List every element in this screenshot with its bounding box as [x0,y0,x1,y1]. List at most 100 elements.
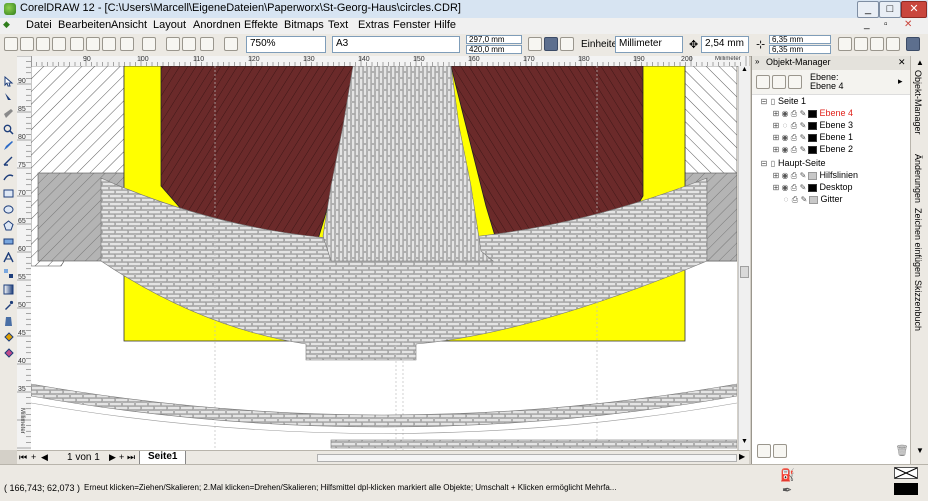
snap-to-objects-icon[interactable] [870,37,884,51]
paper-size-select[interactable]: A3 [332,36,460,53]
polygon-tool-icon[interactable] [3,220,14,231]
document-menu-icon[interactable]: ◆ [3,19,10,30]
menu-anordnen[interactable]: Anordnen [193,19,241,31]
options-icon[interactable] [906,37,920,51]
snap-to-grid-icon[interactable] [838,37,852,51]
edit-across-layers-icon[interactable] [772,75,786,89]
interactive-fill-tool-icon[interactable] [3,348,14,359]
snap-to-guidelines-icon[interactable] [854,37,868,51]
new-icon[interactable] [4,37,18,51]
vertical-ruler[interactable]: 90 85 80 75 70 65 60 55 50 45 40 35 Mill… [17,56,32,450]
tree-layer-ebene2[interactable]: ⊞ ◉ ⎙ ✎ Ebene 2 [772,144,853,156]
collapse-icon[interactable]: ⊟ [760,159,768,168]
redo-icon[interactable] [142,37,156,51]
page-tab-seite1[interactable]: Seite1 [139,451,187,465]
pick-tool-icon[interactable] [3,76,14,87]
pencil-icon[interactable]: ✎ [800,195,808,204]
tabs-scroll-down-icon[interactable]: ▼ [916,446,924,455]
expand-icon[interactable]: ⊞ [772,109,780,118]
eye-icon[interactable]: ◌ [782,195,790,204]
tree-layer-hilfslinien[interactable]: ⊞ ◉ ⎙ ✎ Hilfslinien [772,170,858,182]
expand-icon[interactable]: ⊞ [772,133,780,142]
eye-icon[interactable]: ◉ [781,133,789,142]
outline-pen-icon[interactable]: ✒ [782,483,792,497]
tab-zeichen-einfuegen[interactable]: Zeichen einfügen [913,208,923,277]
eye-icon[interactable]: ◉ [781,145,789,154]
outline-color-swatch[interactable] [894,483,918,495]
tabs-scroll-up-icon[interactable]: ▲ [916,58,924,67]
pencil-icon[interactable]: ✎ [799,121,807,130]
eye-icon[interactable]: ◉ [781,109,789,118]
tab-objekt-manager[interactable]: Objekt-Manager [913,70,923,135]
fill-tool-icon[interactable] [3,332,14,343]
drawing-canvas[interactable] [31,66,737,450]
tab-skizzenbuch[interactable]: Skizzenbuch [913,280,923,331]
pencil-icon[interactable]: ✎ [799,109,807,118]
tree-master-page[interactable]: ⊟ ▯ Haupt-Seite [760,158,826,170]
horizontal-scrollbar[interactable] [317,454,737,462]
new-layer-icon[interactable] [757,444,771,458]
zoom-level-select[interactable]: 750% [246,36,326,53]
drawing-artwork[interactable] [31,66,737,450]
tree-layer-desktop[interactable]: ⊞ ◉ ⎙ ✎ Desktop [772,182,853,194]
copy-icon[interactable] [86,37,100,51]
printer-icon[interactable]: ⎙ [790,171,798,180]
add-page-before-icon[interactable]: + [31,452,36,462]
expand-icon[interactable]: ⊞ [772,121,780,130]
printer-icon[interactable]: ⎙ [790,133,798,142]
menu-datei[interactable]: Datei [26,19,52,31]
artistic-media-tool-icon[interactable] [3,172,14,183]
duplicate-x-input[interactable]: 6,35 mm [769,35,831,44]
layer-color-swatch[interactable] [808,171,817,180]
doc-minimize-button[interactable]: _ [864,19,870,30]
delete-icon[interactable]: 🗑 [895,444,909,457]
collapse-icon[interactable]: ⊟ [760,97,768,106]
minimize-button[interactable]: _ [857,1,879,18]
pencil-icon[interactable]: ✎ [799,145,807,154]
crop-tool-icon[interactable] [3,108,14,119]
freehand-tool-icon[interactable] [3,140,14,151]
layer-color-swatch[interactable] [808,133,817,142]
docker-flyout-icon[interactable]: ▸ [898,76,903,87]
layer-color-swatch[interactable] [808,109,817,118]
interactive-blend-tool-icon[interactable] [3,268,14,279]
eye-icon[interactable]: ◉ [781,183,789,192]
open-icon[interactable] [20,37,34,51]
print-icon[interactable] [52,37,66,51]
undo-icon[interactable] [120,37,134,51]
menu-fenster[interactable]: Fenster [393,19,430,31]
import-icon[interactable] [166,37,180,51]
docker-close-icon[interactable]: ✕ [898,57,906,68]
outline-tool-icon[interactable] [3,316,14,327]
scroll-up-icon[interactable]: ▲ [740,66,749,76]
export-icon[interactable] [182,37,196,51]
application-launcher-icon[interactable] [200,37,214,51]
zoom-tool-icon[interactable] [3,124,14,135]
pencil-icon[interactable]: ✎ [799,171,807,180]
menu-bitmaps[interactable]: Bitmaps [284,19,324,31]
page-height-input[interactable]: 420,0 mm [466,45,522,54]
eyedropper-tool-icon[interactable] [3,300,14,311]
interactive-transparency-tool-icon[interactable] [3,284,14,295]
tree-page-seite1[interactable]: ⊟ ▯ Seite 1 [760,96,806,108]
menu-effekte[interactable]: Effekte [244,19,278,31]
eye-icon[interactable]: ◉ [781,171,789,180]
all-pages-icon[interactable] [560,37,574,51]
last-page-icon[interactable]: ⏭ [127,452,135,463]
first-page-icon[interactable]: ⏮ [19,452,27,463]
nudge-distance-input[interactable]: 2,54 mm [701,36,749,53]
menu-hilfe[interactable]: Hilfe [434,19,456,31]
tree-layer-ebene4[interactable]: ⊞ ◉ ⎙ ✎ Ebene 4 [772,108,853,120]
doc-close-button[interactable]: ✕ [904,19,912,30]
expand-icon[interactable]: ⊞ [772,145,780,154]
menu-bearbeiten[interactable]: Bearbeiten [58,19,111,31]
layer-color-swatch[interactable] [809,195,818,204]
menu-ansicht[interactable]: Ansicht [111,19,147,31]
fill-bucket-icon[interactable]: ⛽ [780,468,795,482]
menu-extras[interactable]: Extras [358,19,389,31]
paste-icon[interactable] [102,37,116,51]
smart-fill-tool-icon[interactable] [3,156,14,167]
next-page-icon[interactable]: ▶ [109,452,116,463]
ellipse-tool-icon[interactable] [3,204,14,215]
eye-icon[interactable]: ◌ [781,121,789,130]
